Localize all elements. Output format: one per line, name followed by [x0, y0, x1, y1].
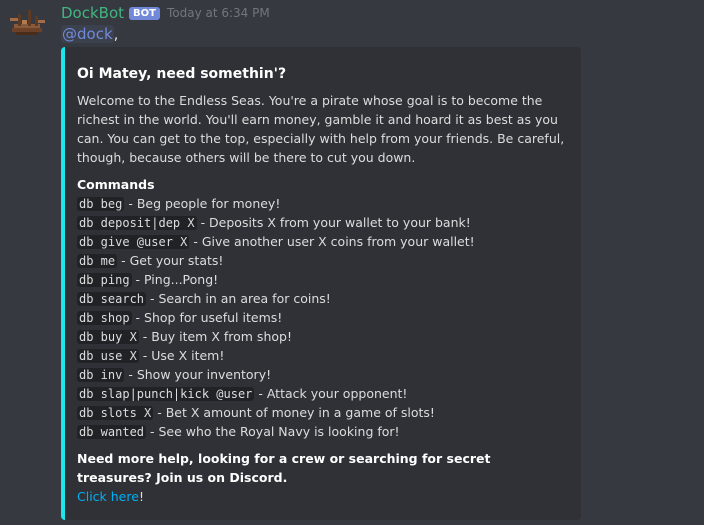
command-code: db use X — [77, 349, 139, 363]
message-content: @dock, — [61, 23, 118, 45]
command-description: - Use X item! — [138, 348, 225, 363]
command-row: db search - Search in an area for coins! — [77, 289, 569, 308]
command-description: - See who the Royal Navy is looking for! — [146, 424, 400, 439]
embed-description: Welcome to the Endless Seas. You're a pi… — [77, 91, 569, 167]
command-row: db slots X - Bet X amount of money in a … — [77, 403, 569, 422]
user-mention[interactable]: @dock — [61, 25, 114, 43]
command-description: - Buy item X from shop! — [138, 329, 292, 344]
command-list: db beg - Beg people for money! db deposit… — [77, 194, 569, 441]
command-code: db buy X — [77, 330, 139, 344]
command-code: db wanted — [77, 425, 147, 439]
command-description: - Give another user X coins from your wa… — [189, 234, 475, 249]
command-row: db slap|punch|kick @user - Attack your o… — [77, 384, 569, 403]
command-code: db me — [77, 254, 118, 268]
command-description: - Deposits X from your wallet to your ba… — [196, 215, 471, 230]
command-row: db use X - Use X item! — [77, 346, 569, 365]
command-row: db shop - Shop for useful items! — [77, 308, 569, 327]
command-row: db buy X - Buy item X from shop! — [77, 327, 569, 346]
command-row: db deposit|dep X - Deposits X from your … — [77, 213, 569, 232]
commands-heading: Commands — [77, 177, 155, 192]
command-description: - Get your stats! — [117, 253, 224, 268]
message-timestamp[interactable]: Today at 6:34 PM — [167, 6, 270, 20]
bot-badge: BOT — [129, 6, 160, 20]
help-text: Need more help, looking for a crew or se… — [77, 451, 491, 485]
embed-title: Oi Matey, need somethin'? — [77, 66, 287, 82]
command-description: - Ping...Pong! — [131, 272, 219, 287]
chat-message: DockBot BOT Today at 6:34 PM @dock, Oi M… — [0, 0, 704, 525]
command-code: db give @user X — [77, 235, 190, 249]
command-description: - Show your inventory! — [124, 367, 272, 382]
command-description: - Bet X amount of money in a game of slo… — [153, 405, 435, 420]
command-description: - Attack your opponent! — [254, 386, 408, 401]
command-code: db slots X — [77, 406, 154, 420]
command-code: db ping — [77, 273, 132, 287]
command-code: db slap|punch|kick @user — [77, 387, 255, 401]
link-suffix: ! — [138, 489, 144, 504]
command-row: db me - Get your stats! — [77, 251, 569, 270]
description-text: Welcome to the Endless Seas. You're a pi… — [77, 93, 565, 165]
command-code: db deposit|dep X — [77, 216, 197, 230]
click-here-link[interactable]: Click here — [77, 489, 139, 504]
command-code: db beg — [77, 197, 125, 211]
command-description: - Beg people for money! — [124, 196, 281, 211]
command-row: db wanted - See who the Royal Navy is lo… — [77, 422, 569, 441]
command-row: db beg - Beg people for money! — [77, 194, 569, 213]
command-description: - Search in an area for coins! — [146, 291, 331, 306]
link-line: Click here! — [77, 487, 569, 506]
ship-icon[interactable] — [8, 4, 48, 40]
message-header: DockBot BOT Today at 6:34 PM — [61, 3, 270, 23]
command-code: db inv — [77, 368, 125, 382]
mention-suffix: , — [113, 25, 119, 43]
command-code: db search — [77, 292, 147, 306]
command-code: db shop — [77, 311, 132, 325]
author-name[interactable]: DockBot — [61, 4, 124, 22]
command-row: db give @user X - Give another user X co… — [77, 232, 569, 251]
rich-embed: Oi Matey, need somethin'? Welcome to the… — [61, 47, 581, 520]
command-row: db ping - Ping...Pong! — [77, 270, 569, 289]
command-row: db inv - Show your inventory! — [77, 365, 569, 384]
command-description: - Shop for useful items! — [131, 310, 283, 325]
